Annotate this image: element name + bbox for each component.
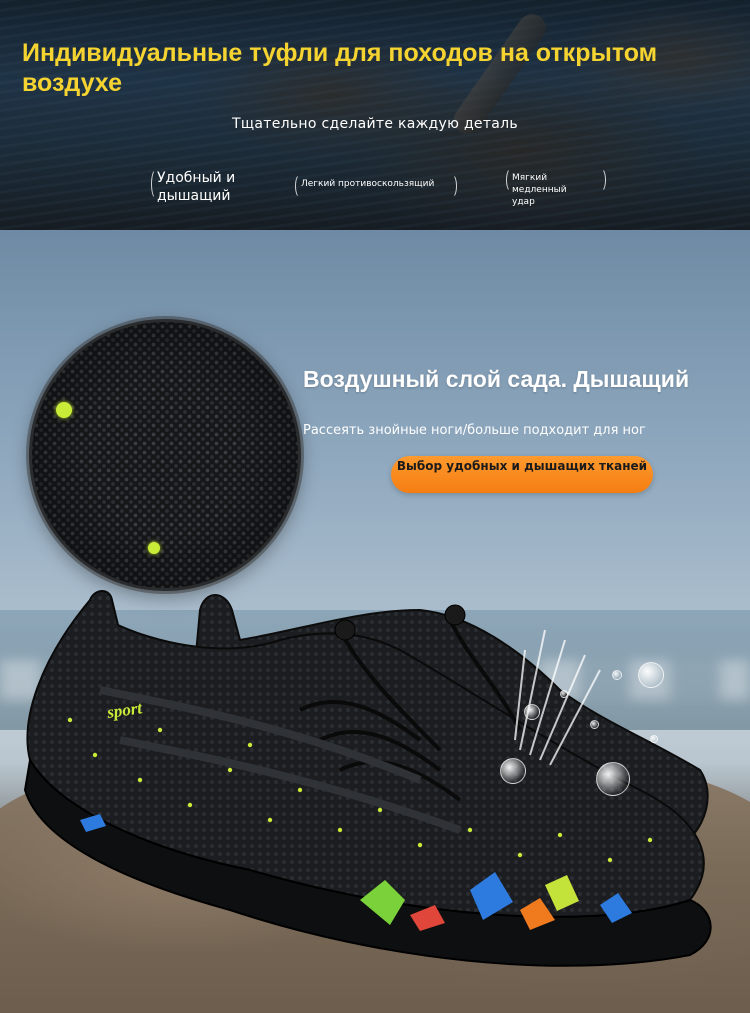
banner-title: Индивидуальные туфли для походов на откр… [22, 39, 658, 97]
air-bubble [560, 690, 568, 698]
lace-toggle [334, 619, 356, 641]
feature-breathable: Удобный и дышащий [151, 169, 262, 205]
banner-subtitle: Тщательно сделайте каждую деталь [232, 116, 518, 132]
water-shoe-illustration: sport [23, 590, 712, 967]
section-subheading: Рассеять знойные ноги/больше подходит дл… [303, 423, 646, 438]
left-bracket-icon [295, 174, 305, 198]
left-bracket-icon [506, 168, 516, 192]
feature-anti-slip: Легкий противоскользящий [295, 174, 457, 198]
feature-soft-cushion: Мягкий медленный удар [506, 168, 606, 208]
right-bracket-icon [596, 168, 606, 192]
product-scene: Воздушный слой сада. Дышащий Рассеять зн… [0, 230, 750, 1013]
fabric-dot [148, 542, 160, 554]
fabric-dot [56, 402, 72, 418]
header-banner: Индивидуальные туфли для походов на откр… [0, 0, 750, 230]
feature-label: Мягкий медленный удар [512, 173, 567, 207]
mesh-fabric-closeup [29, 319, 301, 591]
air-bubble [590, 720, 599, 729]
lace-toggle [444, 604, 466, 626]
fabric-badge: Выбор удобных и дышащих тканей [391, 456, 653, 493]
section-heading: Воздушный слой сада. Дышащий [303, 366, 690, 392]
air-bubble [650, 735, 658, 743]
right-bracket-icon [447, 174, 457, 198]
air-bubble [524, 704, 540, 720]
feature-label: Удобный и дышащий [157, 170, 236, 204]
air-bubble [500, 758, 526, 784]
air-bubble [596, 762, 630, 796]
left-bracket-icon [151, 169, 161, 199]
air-bubble [612, 670, 622, 680]
air-bubble [638, 662, 664, 688]
feature-label: Легкий противоскользящий [301, 179, 435, 189]
